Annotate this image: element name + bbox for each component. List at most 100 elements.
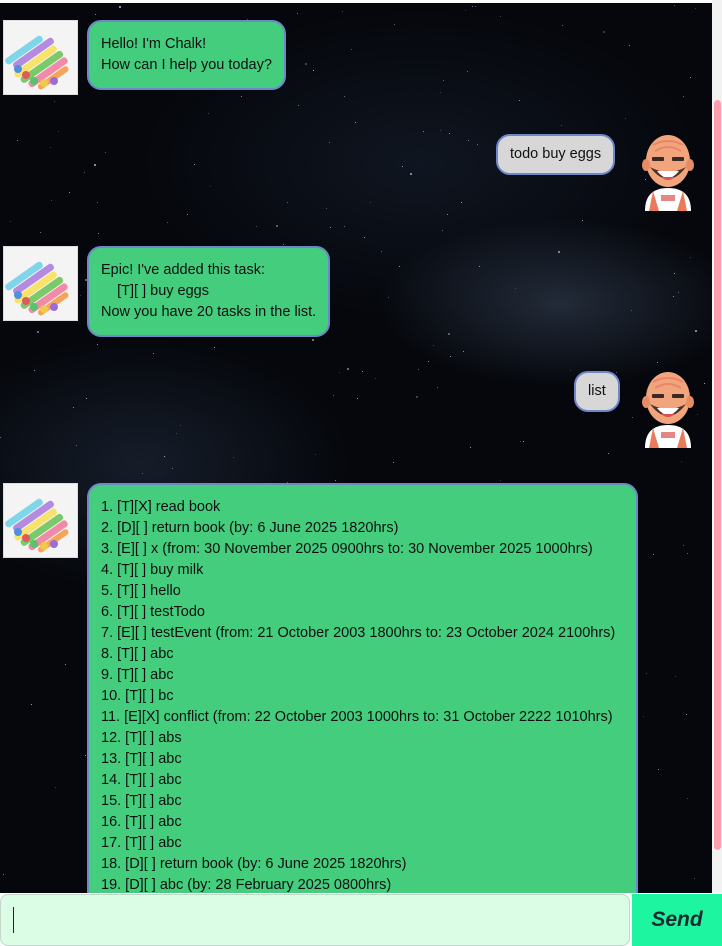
chalk-sticks-icon	[3, 246, 78, 321]
star	[85, 398, 87, 400]
list-item: 4. [T][ ] buy milk	[101, 562, 204, 578]
star	[187, 213, 189, 215]
list-item: 16. [T][ ] abc	[101, 814, 182, 830]
star	[478, 266, 480, 268]
list-item: 15. [T][ ] abc	[101, 793, 182, 809]
star	[347, 367, 350, 370]
user-message-bubble: todo buy eggs	[496, 134, 616, 175]
star	[84, 172, 86, 174]
star	[695, 329, 698, 332]
star	[97, 232, 99, 234]
star	[433, 344, 435, 346]
user-message-bubble: list	[574, 371, 620, 412]
star	[314, 453, 316, 455]
star	[374, 378, 376, 380]
list-item: 13. [T][ ] abc	[101, 751, 182, 767]
star	[305, 62, 308, 65]
star	[54, 787, 56, 789]
star	[96, 344, 98, 346]
star	[461, 201, 463, 203]
list-item: 18. [D][ ] return book (by: 6 June 2025 …	[101, 856, 407, 872]
star	[297, 13, 299, 15]
star	[312, 338, 315, 341]
message-line: todo buy eggs	[510, 146, 602, 162]
star	[449, 133, 451, 135]
list-item: 9. [T][ ] abc	[101, 667, 174, 683]
star	[685, 713, 687, 715]
star	[518, 99, 520, 101]
star	[80, 295, 81, 297]
star	[84, 755, 86, 757]
star	[615, 371, 617, 373]
star	[388, 297, 390, 299]
star	[9, 221, 11, 223]
star	[514, 287, 516, 289]
star	[339, 372, 341, 374]
star	[275, 225, 278, 228]
star	[381, 251, 383, 253]
star	[422, 130, 424, 132]
star	[522, 440, 524, 442]
star	[94, 14, 96, 16]
message-line: How can I help you today?	[101, 57, 272, 73]
star	[681, 460, 683, 462]
star	[355, 122, 357, 123]
message-line: Hello! I'm Chalk!	[101, 36, 207, 52]
star	[428, 360, 430, 362]
star	[500, 480, 502, 482]
star	[297, 105, 299, 107]
bald-man-icon	[633, 133, 708, 211]
vertical-scrollbar[interactable]	[712, 0, 722, 893]
star	[33, 369, 35, 371]
list-item: 14. [T][ ] abc	[101, 772, 182, 788]
star	[73, 406, 75, 408]
star	[370, 201, 372, 203]
star	[2, 873, 4, 875]
star	[312, 70, 314, 72]
star	[96, 202, 98, 204]
scrollbar-thumb[interactable]	[714, 100, 721, 850]
star	[683, 96, 685, 98]
duke-message-bubble: Hello! I'm Chalk! How can I help you tod…	[87, 20, 286, 90]
star	[208, 113, 209, 115]
star	[562, 24, 564, 26]
star	[152, 353, 154, 355]
star	[342, 11, 344, 13]
message-input[interactable]	[0, 894, 630, 946]
chat-scroll-pane[interactable]: Hello! I'm Chalk! How can I help you tod…	[0, 0, 712, 893]
star	[520, 440, 522, 442]
message-line: Epic! I've added this task:	[101, 262, 265, 278]
star	[393, 24, 395, 26]
message-line: [T][ ] buy eggs	[101, 283, 209, 299]
star	[695, 7, 697, 9]
star	[333, 395, 335, 397]
star	[477, 143, 479, 145]
send-button[interactable]: Send	[632, 894, 722, 946]
list-item: 3. [E][ ] x (from: 30 November 2025 0900…	[101, 541, 593, 557]
star	[334, 479, 336, 481]
star	[409, 173, 412, 176]
star	[93, 164, 96, 166]
star	[673, 296, 675, 298]
star	[500, 16, 502, 17]
star	[232, 457, 234, 459]
star	[30, 703, 32, 705]
star	[603, 30, 606, 33]
star	[0, 436, 2, 438]
star	[449, 355, 451, 357]
star	[645, 673, 647, 675]
star	[464, 9, 466, 11]
star	[164, 456, 166, 458]
star	[402, 166, 404, 168]
list-item: 8. [T][ ] abc	[101, 646, 174, 662]
star	[255, 226, 257, 228]
star	[467, 140, 469, 142]
star	[325, 207, 327, 209]
star	[447, 332, 450, 335]
star	[362, 371, 363, 373]
star	[470, 446, 472, 448]
star	[17, 140, 19, 142]
list-item: 12. [T][ ] abs	[101, 730, 182, 746]
star	[193, 163, 195, 165]
star	[68, 191, 70, 193]
